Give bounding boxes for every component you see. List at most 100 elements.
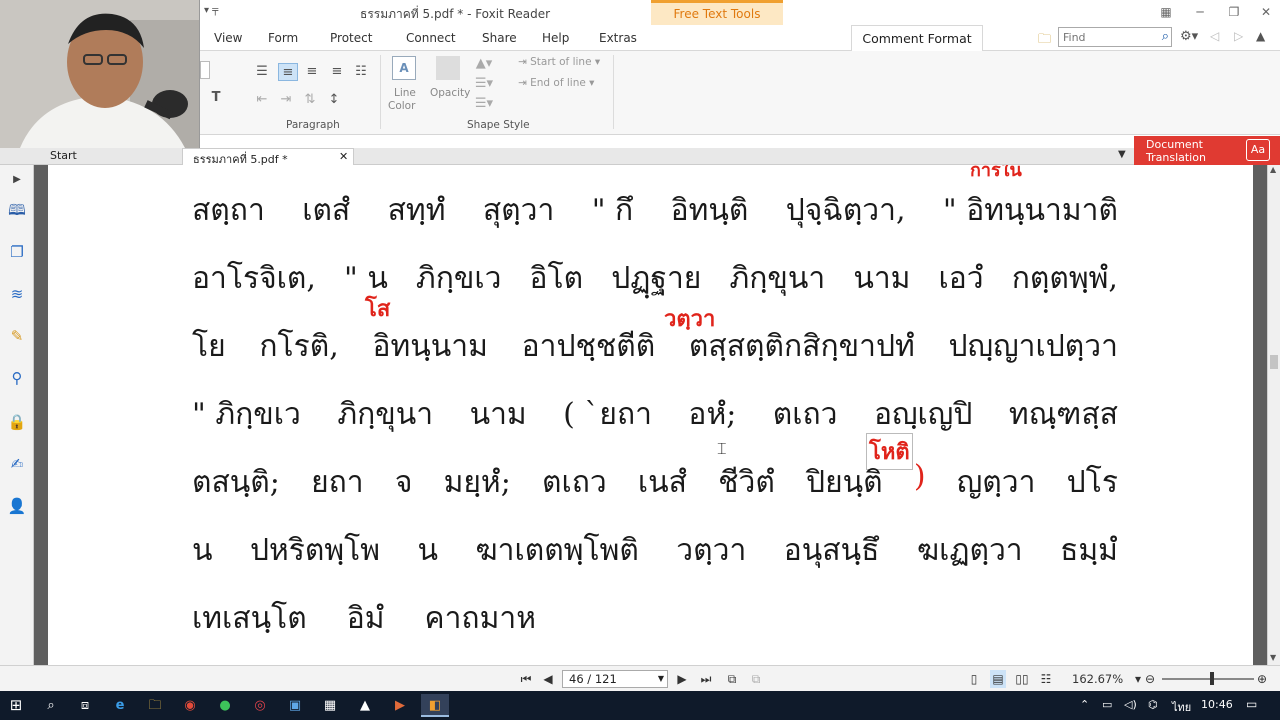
tab-help[interactable]: Help [542, 25, 569, 51]
comments-icon[interactable]: ✎ [6, 325, 28, 347]
line-color-icon[interactable]: A [392, 56, 416, 80]
folder-search-icon[interactable]: 🗀 [1038, 30, 1051, 52]
font-size-dropdown[interactable] [200, 61, 210, 79]
justify-icon[interactable]: ☷ [351, 63, 371, 81]
tab-view[interactable]: View [214, 25, 242, 51]
tab-start[interactable]: Start [50, 149, 77, 162]
word: มยฺหํ; [443, 465, 511, 500]
zoom-slider[interactable] [1162, 678, 1254, 680]
scroll-down-icon[interactable]: ▼ [1270, 653, 1276, 662]
input-language[interactable]: ไทย [1172, 698, 1191, 716]
bullet-list-icon[interactable]: ☰ [252, 63, 272, 81]
forward-icon[interactable]: ▷ [1234, 29, 1243, 43]
tab-extras[interactable]: Extras [599, 25, 637, 51]
next-page-icon[interactable]: ▶ [674, 670, 690, 688]
tab-connect[interactable]: Connect [406, 25, 456, 51]
task-view-icon[interactable]: ⧈ [71, 694, 99, 717]
expand-panel-icon[interactable]: ▶ [6, 169, 28, 191]
word: อิโต [529, 261, 584, 296]
tab-form[interactable]: Form [268, 25, 298, 51]
quick-access-toolbar[interactable]: ▾ ╤ [204, 5, 218, 16]
file-explorer-icon[interactable]: 🗀 [141, 694, 169, 717]
page-number-field[interactable]: 46 / 121 ▼ [562, 670, 668, 688]
chrome-icon[interactable]: ◉ [176, 694, 204, 717]
tab-protect[interactable]: Protect [330, 25, 372, 51]
close-button[interactable]: ✕ [1254, 3, 1278, 21]
find-input[interactable] [1059, 28, 1149, 46]
first-page-icon[interactable]: ⏮ [518, 670, 534, 688]
calculator-icon[interactable]: ▦ [316, 694, 344, 717]
page-indicator: 46 / 121 [569, 672, 617, 686]
text-line-2: อาโรจิเต, " น ภิกฺขเว อิโต ปฏฺฐาย ภิกฺขุ… [192, 255, 1118, 302]
collapse-ribbon-icon[interactable]: ▲ [1256, 29, 1265, 43]
lock-icon[interactable]: 🔒 [6, 411, 28, 433]
scroll-up-icon[interactable]: ▲ [1270, 165, 1276, 174]
powerpoint-icon[interactable]: ▶ [386, 694, 414, 717]
align-right-icon[interactable]: ≡ [327, 63, 347, 81]
previous-view-icon[interactable]: ⧉ [724, 670, 740, 688]
network-icon[interactable]: ▭ [1102, 698, 1112, 711]
signature-icon[interactable]: ✍ [6, 453, 28, 475]
vertical-scrollbar[interactable]: ▲ ▼ [1267, 165, 1280, 665]
lightroom-icon[interactable]: ▣ [281, 694, 309, 717]
continuous-page-icon[interactable]: ▤ [990, 670, 1006, 688]
align-center-icon[interactable]: ≡ [302, 63, 322, 81]
tab-comment-format[interactable]: Comment Format [851, 25, 983, 52]
annotation-partial[interactable]: การใน [970, 165, 1022, 184]
system-clock[interactable]: 10:46 [1201, 698, 1233, 711]
find-field[interactable]: ⌕ [1058, 27, 1172, 47]
restore-button[interactable]: ❐ [1222, 3, 1246, 21]
screen-recorder-icon[interactable]: ◎ [246, 694, 274, 717]
scroll-thumb[interactable] [1270, 355, 1278, 369]
search-icon[interactable]: ⌕ [37, 694, 65, 717]
windows-start-icon[interactable]: ⊞ [2, 694, 30, 717]
document-translation-button[interactable]: Document Translation Aa [1134, 136, 1280, 165]
align-left-icon[interactable]: ≡ [278, 63, 298, 81]
back-icon[interactable]: ◁ [1210, 29, 1219, 43]
continuous-facing-icon[interactable]: ☷ [1038, 670, 1054, 688]
layers-icon[interactable]: ≋ [6, 283, 28, 305]
acrobat-icon[interactable]: ▲ [351, 694, 379, 717]
line-app-icon[interactable]: ● [211, 694, 239, 717]
word: " ภิกฺขเว [192, 397, 301, 432]
text-line-3: โย กโรติ, อิทนฺนาม อาปชฺชตีติ ตสฺสตฺติกส… [192, 323, 1118, 370]
zoom-in-icon[interactable]: ⊕ [1254, 670, 1270, 688]
search-icon[interactable]: ⌕ [1162, 29, 1169, 44]
edge-browser-icon[interactable]: e [106, 694, 134, 717]
previous-page-icon[interactable]: ◀ [540, 670, 556, 688]
notification-icon[interactable]: ▭ [1246, 697, 1257, 711]
word: ) [913, 459, 926, 494]
spacing-icon: ⇅ [304, 92, 316, 107]
layout-icon[interactable]: ▦ [1154, 3, 1178, 21]
opacity-label: Opacity [430, 87, 471, 99]
word: ปฏฺฐาย [611, 261, 702, 296]
bookmark-icon[interactable]: 🕮 [6, 199, 28, 221]
ribbon-panel: ☰ ≡ ≡ ≡ ☷ T ⇤ ⇥ ⇅ ↕ Paragraph A Line Col… [200, 51, 1280, 135]
pages-icon[interactable]: ❐ [6, 241, 28, 263]
foxit-reader-icon[interactable]: ◧ [421, 694, 449, 717]
tab-list-dropdown-icon[interactable]: ▼ [1118, 149, 1126, 160]
close-tab-icon[interactable]: ✕ [339, 150, 348, 163]
single-page-icon[interactable]: ▯ [966, 670, 982, 688]
facing-page-icon[interactable]: ▯▯ [1014, 670, 1030, 688]
chevron-down-icon[interactable]: ▼ [658, 671, 664, 687]
last-page-icon[interactable]: ⏭ [698, 670, 714, 688]
tray-expand-icon[interactable]: ⌃ [1080, 698, 1089, 711]
gear-icon[interactable]: ⚙▾ [1180, 29, 1198, 44]
word: เตสํ [302, 193, 351, 228]
wifi-icon[interactable]: ⌬ [1148, 698, 1158, 711]
opacity-icon[interactable] [436, 56, 460, 80]
volume-icon[interactable]: ◁) [1124, 698, 1137, 711]
document-viewport[interactable]: การใน สตฺถา เตสํ สทฺทํ สุตฺวา " กึ อิทนฺ… [34, 165, 1267, 665]
text-format-icon[interactable]: T [206, 89, 226, 107]
annotation-so[interactable]: โส [365, 291, 390, 326]
user-icon[interactable]: 👤 [6, 495, 28, 517]
line-spacing-icon[interactable]: ↕ [324, 91, 344, 109]
zoom-level[interactable]: 162.67% [1072, 672, 1123, 686]
zoom-slider-thumb[interactable] [1210, 672, 1214, 685]
tab-share[interactable]: Share [482, 25, 517, 51]
attachment-icon[interactable]: ⚲ [6, 367, 28, 389]
tab-document[interactable]: ธรรมภาคที่ 5.pdf * ✕ [182, 148, 354, 166]
zoom-out-icon[interactable]: ⊖ [1142, 670, 1158, 688]
minimize-button[interactable]: ─ [1188, 3, 1212, 21]
